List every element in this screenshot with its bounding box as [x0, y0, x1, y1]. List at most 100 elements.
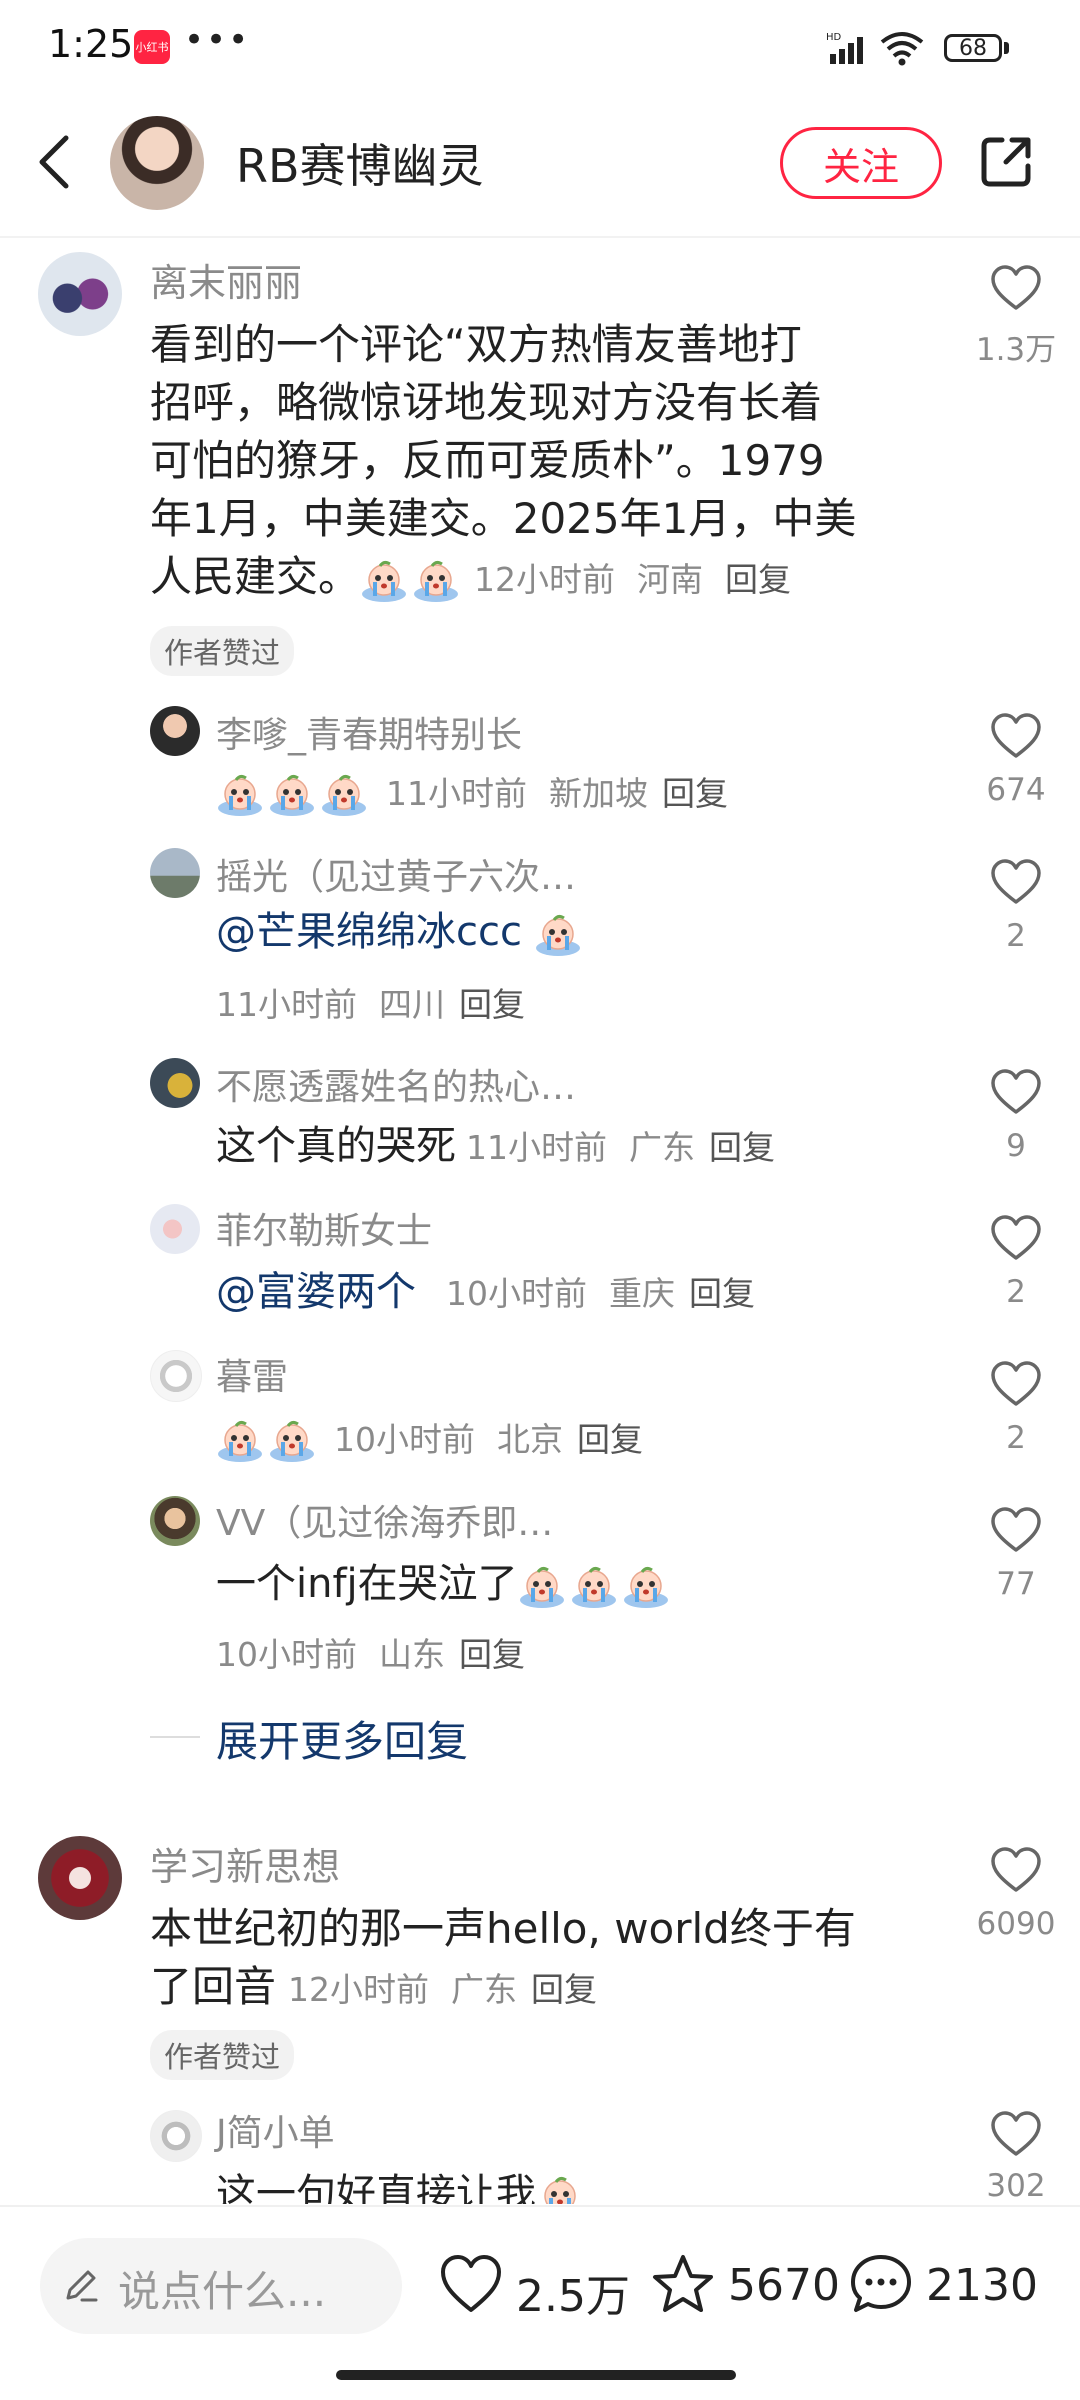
reply-button[interactable]: 回复 — [709, 1128, 775, 1167]
comment-line: 本世纪初的那一声hello, world终于有 — [150, 1904, 856, 1953]
reply-location: 广东 — [629, 1128, 695, 1167]
reply-avatar[interactable] — [150, 1350, 202, 1402]
crying-emoji-icon — [268, 1418, 316, 1462]
crying-emoji-icon — [320, 772, 368, 816]
like-count: 1.3万 — [975, 332, 1057, 368]
star-favorite-icon[interactable] — [650, 2252, 716, 2318]
crying-emoji-icon — [622, 1564, 670, 1608]
reply-avatar[interactable] — [150, 1496, 200, 1546]
commenter-name[interactable]: 学习新思想 — [150, 1836, 340, 1891]
reply-user-name[interactable]: 暮雷 — [216, 1348, 288, 1400]
comment-input-placeholder[interactable]: 说点什么... — [118, 2258, 326, 2319]
reply-body: 这个真的哭死 — [216, 1123, 456, 1169]
pencil-icon — [66, 2270, 98, 2302]
reply-avatar[interactable] — [150, 1204, 200, 1254]
like-count: 9 — [1006, 1128, 1026, 1164]
reply-location: 新加坡 — [549, 774, 648, 813]
comment-line: 人民建交。 — [150, 552, 361, 601]
reply-avatar[interactable] — [150, 1058, 200, 1108]
reply-user-name[interactable]: 摇光（见过黄子六次… — [216, 848, 576, 900]
like-count: 674 — [986, 772, 1046, 808]
like-heart-icon[interactable] — [990, 1068, 1042, 1116]
like-heart-icon[interactable] — [438, 2252, 504, 2318]
comment-line: 可怕的獠牙，反而可爱质朴”。1979 — [150, 436, 825, 485]
reply-user-name[interactable]: 菲尔勒斯女士 — [216, 1202, 432, 1254]
header-divider — [0, 236, 1080, 238]
mention-link[interactable]: @芒果绵绵冰ccc — [216, 909, 522, 955]
reply-button[interactable]: 回复 — [577, 1420, 643, 1459]
reply-user-name[interactable]: 李嗲_青春期特别长 — [216, 706, 522, 758]
reply-user-name[interactable]: 不愿透露姓名的热心… — [216, 1058, 576, 1110]
back-arrow-icon[interactable] — [30, 132, 80, 192]
reply-button[interactable]: 回复 — [459, 1635, 525, 1674]
crying-emoji-icon — [518, 1564, 566, 1608]
reply-button[interactable]: 回复 — [662, 774, 728, 813]
crying-emoji-icon — [570, 1564, 618, 1608]
comment-line: 了回音 — [150, 1962, 277, 2011]
reply-text[interactable]: 一个infj在哭泣了 — [216, 1556, 674, 1612]
like-heart-icon[interactable] — [990, 1214, 1042, 1262]
like-heart-icon[interactable] — [990, 712, 1042, 760]
comment-text[interactable]: 看到的一个评论“双方热情友善地打 招呼，略微惊讶地发现对方没有长着 可怕的獠牙，… — [150, 316, 930, 609]
crying-emoji-icon — [412, 558, 460, 602]
home-indicator[interactable] — [336, 2370, 736, 2380]
more-notifications-icon: ••• — [184, 20, 251, 60]
reply-button[interactable]: 回复 — [531, 1970, 597, 2009]
reply-user-name[interactable]: VV（见过徐海乔即… — [216, 1494, 553, 1546]
reply-meta: 11小时前 四川 回复 — [216, 978, 525, 1026]
crying-emoji-icon — [360, 558, 408, 602]
expand-divider — [150, 1736, 200, 1738]
signal-icon: HD — [826, 32, 863, 64]
like-heart-icon[interactable] — [990, 1506, 1042, 1554]
comment-time: 12小时前 — [474, 560, 616, 599]
reply-button[interactable]: 回复 — [459, 985, 525, 1024]
comment-location: 广东 — [451, 1970, 518, 2009]
commenter-avatar[interactable] — [38, 1836, 122, 1920]
reply-avatar[interactable] — [150, 2110, 202, 2162]
share-icon[interactable] — [978, 134, 1034, 190]
follow-button[interactable]: 关注 — [780, 127, 942, 199]
reply-text[interactable]: 这一句好直接让我 — [216, 2166, 588, 2204]
comment-line: 招呼，略微惊讶地发现对方没有长着 — [150, 378, 823, 427]
reply-avatar[interactable] — [150, 848, 200, 898]
reply-button[interactable]: 回复 — [689, 1274, 755, 1313]
reply-location: 北京 — [497, 1420, 563, 1459]
reply-text[interactable]: 11小时前 新加坡 回复 — [216, 764, 728, 822]
author-avatar[interactable] — [110, 116, 204, 210]
reply-text[interactable]: 10小时前 北京 回复 — [216, 1410, 643, 1468]
reply-text[interactable]: @富婆两个 10小时前 重庆 回复 — [216, 1264, 755, 1322]
reply-button[interactable]: 回复 — [725, 560, 791, 599]
comment-line: 看到的一个评论“双方热情友善地打 — [150, 320, 802, 369]
expand-more-replies-button[interactable]: 展开更多回复 — [216, 1708, 468, 1769]
reply-body: 这一句好直接让我 — [216, 2171, 536, 2204]
like-count: 302 — [986, 2168, 1046, 2204]
reply-text[interactable]: 这个真的哭死 11小时前 广东 回复 — [216, 1118, 775, 1176]
reply-meta: 10小时前 山东 回复 — [216, 1628, 525, 1676]
reply-time: 10小时前 — [446, 1274, 587, 1313]
svg-text:HD: HD — [826, 32, 842, 43]
mention-link[interactable]: @富婆两个 — [216, 1269, 416, 1315]
like-heart-icon[interactable] — [990, 1360, 1042, 1408]
like-heart-icon[interactable] — [990, 858, 1042, 906]
comment-bubble-icon[interactable] — [848, 2252, 914, 2318]
crying-emoji-icon — [534, 912, 582, 956]
reply-location: 山东 — [379, 1635, 445, 1674]
like-heart-icon[interactable] — [990, 1846, 1042, 1894]
reply-user-name[interactable]: J简小单 — [216, 2104, 335, 2156]
like-heart-icon[interactable] — [990, 264, 1042, 312]
reply-avatar[interactable] — [150, 706, 200, 756]
reply-location: 重庆 — [609, 1274, 675, 1313]
comment-text[interactable]: 本世纪初的那一声hello, world终于有 了回音 12小时前 广东 回复 — [150, 1900, 930, 2019]
commenter-avatar[interactable] — [38, 252, 122, 336]
post-favorite-count: 5670 — [728, 2260, 840, 2311]
post-like-count: 2.5万 — [516, 2271, 630, 2322]
commenter-name[interactable]: 离末丽丽 — [150, 252, 302, 307]
author-name[interactable]: RB赛博幽灵 — [236, 130, 484, 196]
like-heart-icon[interactable] — [990, 2110, 1042, 2158]
bottom-divider — [0, 2205, 1080, 2207]
battery-icon: 68 — [944, 34, 1002, 62]
reply-text[interactable]: @芒果绵绵冰ccc — [216, 904, 586, 960]
crying-emoji-icon — [216, 1418, 264, 1462]
reply-time: 10小时前 — [334, 1420, 475, 1459]
reply-time: 10小时前 — [216, 1635, 357, 1674]
